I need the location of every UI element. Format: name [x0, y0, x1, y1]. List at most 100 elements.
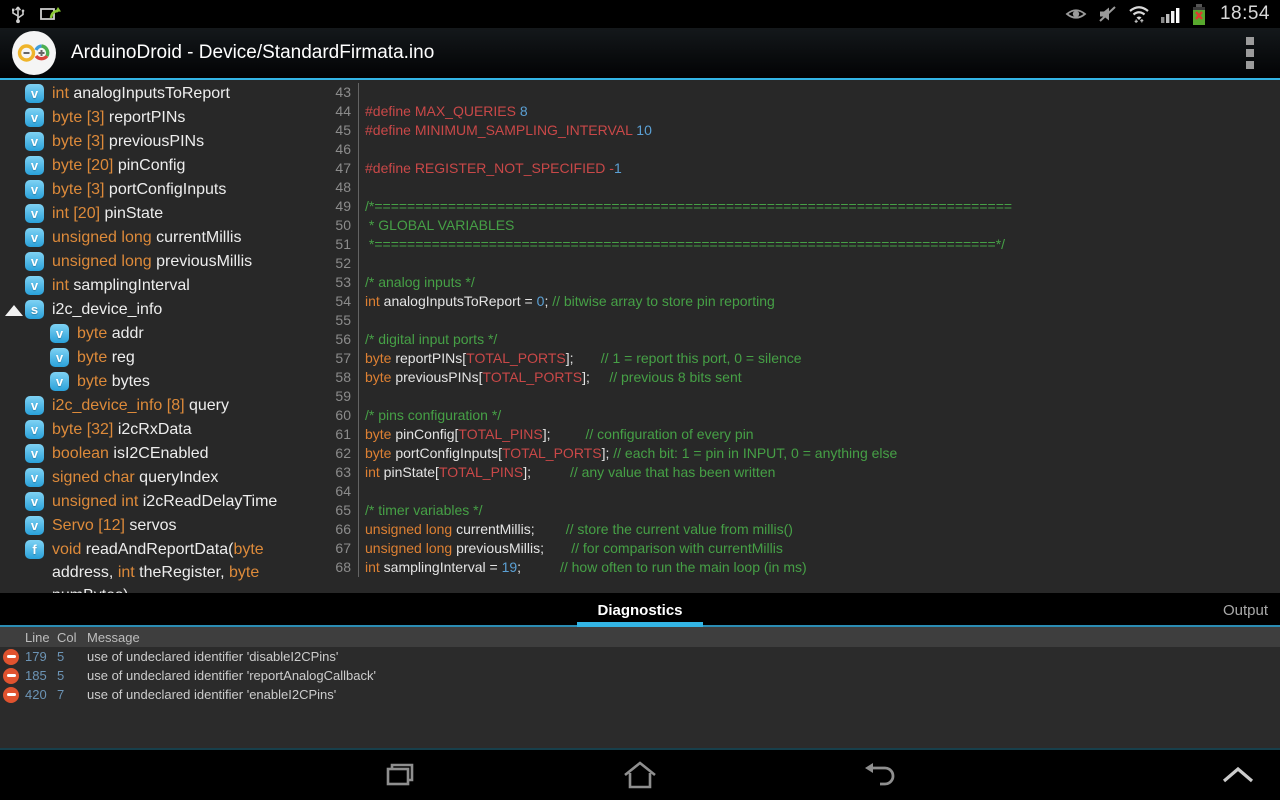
main-content: vint analogInputsToReportvbyte [3] repor… [0, 80, 1280, 593]
code-line[interactable]: 49/*====================================… [318, 197, 1280, 216]
symbol-tree-item[interactable]: vbyte [3] portConfigInputs [0, 178, 318, 202]
code-line[interactable]: 56/* digital input ports */ [318, 330, 1280, 349]
symbol-tree-item[interactable]: fvoid readAndReportData(byte address, in… [0, 538, 318, 593]
mute-icon [1098, 5, 1117, 23]
code-line[interactable]: 50 * GLOBAL VARIABLES [318, 216, 1280, 235]
code-line[interactable]: 60/* pins configuration */ [318, 406, 1280, 425]
v-badge-icon: v [25, 252, 44, 271]
arduinodroid-logo[interactable] [12, 31, 56, 75]
code-text: unsigned long currentMillis; // store th… [359, 520, 793, 539]
v-badge-icon: v [25, 228, 44, 247]
code-line[interactable]: 64 [318, 482, 1280, 501]
recent-apps-button[interactable] [368, 750, 432, 800]
s-badge-icon: s [25, 300, 44, 319]
code-line[interactable]: 63int pinState[TOTAL_PINS]; // any value… [318, 463, 1280, 482]
code-text: int pinState[TOTAL_PINS]; // any value t… [359, 463, 775, 482]
code-line[interactable]: 45#define MINIMUM_SAMPLING_INTERVAL 10 [318, 121, 1280, 140]
line-number: 63 [318, 463, 359, 482]
collapse-navbar-button[interactable] [1210, 750, 1266, 800]
symbol-tree-item[interactable]: vboolean isI2CEnabled [0, 442, 318, 466]
code-line[interactable]: 65/* timer variables */ [318, 501, 1280, 520]
code-text: byte reportPINs[TOTAL_PORTS]; // 1 = rep… [359, 349, 802, 368]
diag-col: 5 [57, 668, 87, 683]
symbol-tree-item[interactable]: vbyte bytes [0, 370, 318, 394]
home-button[interactable] [608, 750, 672, 800]
code-text [359, 83, 365, 102]
symbol-tree-item[interactable]: vint samplingInterval [0, 274, 318, 298]
status-bar-right: 18:54 [1065, 3, 1270, 25]
code-line[interactable]: 58byte previousPINs[TOTAL_PORTS]; // pre… [318, 368, 1280, 387]
code-line[interactable]: 61byte pinConfig[TOTAL_PINS]; // configu… [318, 425, 1280, 444]
code-line[interactable]: 59 [318, 387, 1280, 406]
symbol-tree: vint analogInputsToReportvbyte [3] repor… [0, 80, 318, 593]
symbol-tree-item[interactable]: v unsigned long previousMillis [0, 250, 318, 274]
symbol-label: byte [32] i2cRxData [52, 418, 192, 441]
code-line[interactable]: 53/* analog inputs */ [318, 273, 1280, 292]
symbol-tree-item[interactable]: vbyte [32] i2cRxData [0, 418, 318, 442]
code-line[interactable]: 44#define MAX_QUERIES 8 [318, 102, 1280, 121]
code-line[interactable]: 48 [318, 178, 1280, 197]
symbol-tree-item[interactable]: vi2c_device_info [8] query [0, 394, 318, 418]
code-text: #define MAX_QUERIES 8 [359, 102, 528, 121]
code-line[interactable]: 66unsigned long currentMillis; // store … [318, 520, 1280, 539]
line-number: 46 [318, 140, 359, 159]
collapse-arrow-icon[interactable] [5, 305, 23, 316]
symbol-tree-item[interactable]: vsigned char queryIndex [0, 466, 318, 490]
diag-message: use of undeclared identifier 'disableI2C… [87, 649, 1280, 664]
v-badge-icon: v [25, 180, 44, 199]
symbol-tree-item[interactable]: v byte [3] reportPINs [0, 106, 318, 130]
symbol-label: unsigned long previousMillis [52, 250, 252, 273]
symbol-tree-item[interactable]: vServo [12] servos [0, 514, 318, 538]
diag-line: 185 [25, 668, 57, 683]
symbol-tree-item[interactable]: vunsigned long currentMillis [0, 226, 318, 250]
header-message: Message [87, 630, 1280, 645]
symbol-label: int analogInputsToReport [52, 82, 230, 105]
clock: 18:54 [1220, 3, 1270, 25]
diag-line: 179 [25, 649, 57, 664]
symbol-label: byte [3] reportPINs [52, 106, 185, 129]
diag-message: use of undeclared identifier 'enableI2CP… [87, 687, 1280, 702]
symbol-tree-item[interactable]: vint [20] pinState [0, 202, 318, 226]
code-line[interactable]: 54int analogInputsToReport = 0; // bitwi… [318, 292, 1280, 311]
code-text: unsigned long previousMillis; // for com… [359, 539, 783, 558]
code-line[interactable]: 57byte reportPINs[TOTAL_PORTS]; // 1 = r… [318, 349, 1280, 368]
symbol-tree-item[interactable]: vbyte addr [0, 322, 318, 346]
symbol-tree-item[interactable]: vbyte [20] pinConfig [0, 154, 318, 178]
code-line[interactable]: 51 *====================================… [318, 235, 1280, 254]
symbol-tree-item[interactable]: vbyte reg [0, 346, 318, 370]
code-line[interactable]: 52 [318, 254, 1280, 273]
code-editor[interactable]: 4344#define MAX_QUERIES 845#define MINIM… [318, 80, 1280, 593]
line-number: 66 [318, 520, 359, 539]
code-line[interactable]: 55 [318, 311, 1280, 330]
symbol-tree-item[interactable]: vint analogInputsToReport [0, 82, 318, 106]
tab-output[interactable]: Output [1223, 593, 1268, 627]
diagnostic-row[interactable]: 1795use of undeclared identifier 'disabl… [0, 647, 1280, 666]
v-badge-icon: v [50, 324, 69, 343]
code-line[interactable]: 46 [318, 140, 1280, 159]
code-line[interactable]: 47#define REGISTER_NOT_SPECIFIED -1 [318, 159, 1280, 178]
symbol-tree-item[interactable]: vbyte [3] previousPINs [0, 130, 318, 154]
diagnostic-row[interactable]: 4207use of undeclared identifier 'enable… [0, 685, 1280, 704]
v-badge-icon: v [25, 396, 44, 415]
v-badge-icon: v [25, 108, 44, 127]
diagnostics-header: Line Col Message [0, 627, 1280, 647]
v-badge-icon: v [25, 444, 44, 463]
overflow-menu-icon[interactable] [1240, 31, 1260, 75]
code-line[interactable]: 68int samplingInterval = 19; // how ofte… [318, 558, 1280, 577]
code-line[interactable]: 62byte portConfigInputs[TOTAL_PORTS]; //… [318, 444, 1280, 463]
code-line[interactable]: 67unsigned long previousMillis; // for c… [318, 539, 1280, 558]
v-badge-icon: v [25, 132, 44, 151]
symbol-label: i2c_device_info [52, 298, 162, 321]
symbol-tree-item[interactable]: s i2c_device_info [0, 298, 318, 322]
line-number: 53 [318, 273, 359, 292]
status-bar: 18:54 [0, 0, 1280, 28]
code-line[interactable]: 43 [318, 83, 1280, 102]
code-text: #define REGISTER_NOT_SPECIFIED -1 [359, 159, 622, 178]
back-button[interactable] [848, 750, 912, 800]
symbol-tree-item[interactable]: vunsigned int i2cReadDelayTime [0, 490, 318, 514]
header-line: Line [25, 630, 57, 645]
code-text: #define MINIMUM_SAMPLING_INTERVAL 10 [359, 121, 652, 140]
code-text: byte pinConfig[TOTAL_PINS]; // configura… [359, 425, 754, 444]
diagnostic-row[interactable]: 1855use of undeclared identifier 'report… [0, 666, 1280, 685]
code-text: /* digital input ports */ [359, 330, 497, 349]
